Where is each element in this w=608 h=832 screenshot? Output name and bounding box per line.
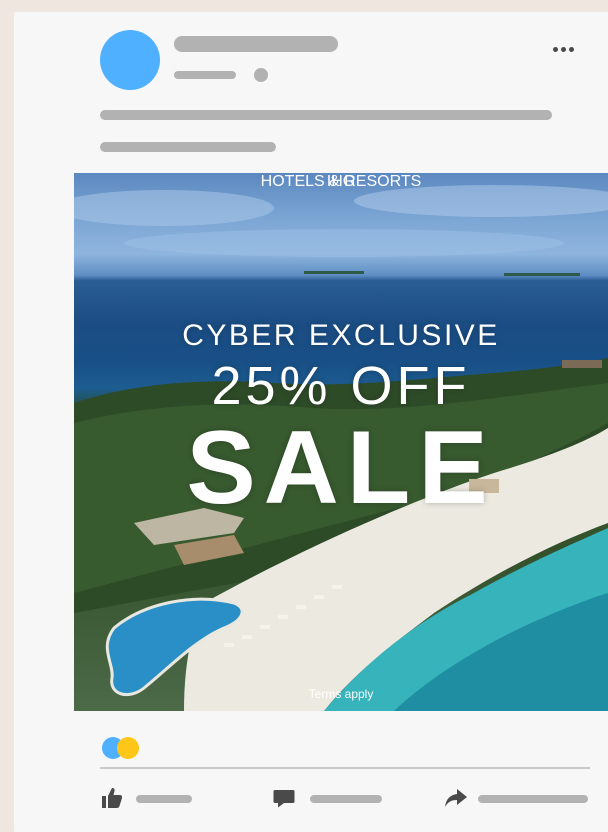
author-name-placeholder (174, 36, 338, 52)
headline: CYBER EXCLUSIVE (182, 319, 500, 352)
privacy-dot-placeholder (254, 68, 268, 82)
discount-text: 25% OFF (211, 356, 471, 416)
sale-text: SALE (186, 410, 496, 526)
social-post-card: IHG HOTELS & RESORTS CYBER EXCLUSIVE 25%… (14, 12, 608, 832)
avatar[interactable] (100, 30, 160, 90)
brand-subtitle: HOTELS & RESORTS (260, 173, 422, 190)
comment-label-placeholder (310, 795, 382, 803)
share-icon[interactable] (444, 786, 468, 810)
terms-text[interactable]: Terms apply (74, 687, 608, 701)
haha-reaction-icon[interactable] (117, 737, 139, 759)
post-time-placeholder (174, 71, 236, 79)
comment-icon[interactable] (272, 786, 296, 810)
ad-image[interactable]: IHG HOTELS & RESORTS CYBER EXCLUSIVE 25%… (74, 173, 608, 711)
post-text-line-2 (100, 142, 276, 152)
action-divider (100, 767, 590, 769)
like-label-placeholder (136, 795, 192, 803)
thumbs-up-icon[interactable] (100, 786, 124, 810)
more-options-icon[interactable] (550, 44, 576, 54)
share-label-placeholder (478, 795, 588, 803)
post-text-line-1 (100, 110, 552, 120)
